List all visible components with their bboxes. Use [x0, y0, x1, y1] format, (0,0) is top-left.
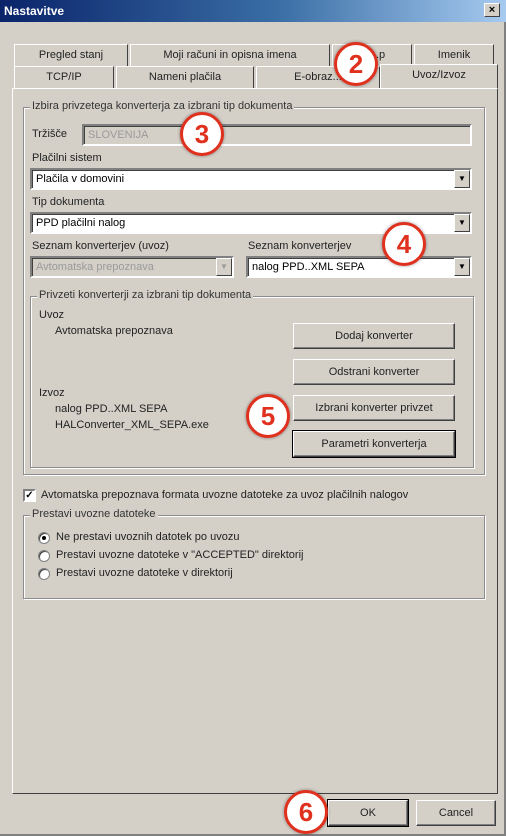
title-bar: Nastavitve × [0, 0, 506, 22]
export-heading: Izvoz [39, 387, 65, 399]
import-heading: Uvoz [39, 309, 65, 321]
step-marker-4: 4 [382, 222, 426, 266]
auto-detect-checkbox[interactable]: ✓ [23, 489, 36, 502]
payment-system-label: Plačilni sistem [32, 152, 102, 164]
converter-group-label: Izbira privzetega konverterja za izbrani… [30, 100, 295, 112]
country-field: SLOVENIJA [82, 124, 472, 146]
radio-move-accepted[interactable] [38, 550, 50, 562]
payment-system-value: Plačila v domovini [36, 173, 125, 185]
radio-no-move[interactable] [38, 532, 50, 544]
radio-no-move-label: Ne prestavi uvoznih datotek po uvozu [56, 531, 240, 543]
export-converter-select[interactable]: nalog PPD..XML SEPA ▼ [246, 256, 472, 278]
radio-move-directory-label: Prestavi uvozne datoteke v direktorij [56, 567, 233, 579]
tab-imenik[interactable]: Imenik [414, 44, 494, 66]
settings-dialog: Nastavitve × Pregled stanj Moji računi i… [0, 0, 506, 836]
window-title: Nastavitve [4, 4, 65, 18]
export-converter-name: nalog PPD..XML SEPA [55, 403, 168, 415]
add-converter-button[interactable]: Dodaj konverter [293, 323, 455, 349]
tab-tcp-ip[interactable]: TCP/IP [14, 66, 114, 88]
tab-pregled-stanj[interactable]: Pregled stanj [14, 44, 128, 66]
step-marker-2: 2 [334, 42, 378, 86]
step-marker-3: 3 [180, 112, 224, 156]
payment-system-select[interactable]: Plačila v domovini ▼ [30, 168, 472, 190]
import-converter-select: Avtomatska prepoznava ▼ [30, 256, 234, 278]
cancel-button[interactable]: Cancel [416, 800, 496, 826]
chevron-down-icon: ▼ [216, 258, 232, 276]
tab-uvoz-izvoz[interactable]: Uvoz/Izvoz [380, 64, 498, 88]
radio-move-directory[interactable] [38, 568, 50, 580]
remove-converter-button[interactable]: Odstrani konverter [293, 359, 455, 385]
tab-panel-uvoz-izvoz: Izbira privzetega konverterja za izbrani… [12, 88, 498, 794]
export-converter-value: nalog PPD..XML SEPA [252, 261, 365, 273]
move-files-group: Prestavi uvozne datoteke Ne prestavi uvo… [23, 508, 485, 599]
step-marker-6: 6 [284, 790, 328, 834]
doc-type-label: Tip dokumenta [32, 196, 105, 208]
auto-detect-label: Avtomatska prepoznava formata uvozne dat… [41, 489, 409, 501]
set-default-converter-button[interactable]: Izbrani konverter privzet [293, 395, 455, 421]
ok-button[interactable]: OK [327, 799, 409, 827]
tab-moji-racuni[interactable]: Moji računi in opisna imena [130, 44, 330, 66]
country-label: Tržišče [32, 128, 68, 140]
tab-nameni-placila[interactable]: Nameni plačila [116, 66, 254, 88]
export-list-label: Seznam konverterjev [248, 240, 352, 252]
step-marker-5: 5 [246, 394, 290, 438]
close-icon[interactable]: × [484, 3, 500, 17]
doc-type-value: PPD plačilni nalog [36, 217, 126, 229]
export-converter-file: HALConverter_XML_SEPA.exe [55, 419, 209, 431]
chevron-down-icon[interactable]: ▼ [454, 258, 470, 276]
chevron-down-icon[interactable]: ▼ [454, 170, 470, 188]
default-converters-label: Privzeti konverterji za izbrani tip doku… [37, 289, 254, 301]
chevron-down-icon[interactable]: ▼ [454, 214, 470, 232]
import-converter-value: Avtomatska prepoznava [36, 261, 154, 273]
import-converter-name: Avtomatska prepoznava [55, 325, 173, 337]
converter-parameters-button[interactable]: Parametri konverterja [292, 430, 456, 458]
import-list-label: Seznam konverterjev (uvoz) [32, 240, 169, 252]
move-files-label: Prestavi uvozne datoteke [30, 508, 158, 520]
default-converters-group: Privzeti konverterji za izbrani tip doku… [30, 289, 474, 468]
radio-move-accepted-label: Prestavi uvozne datoteke v "ACCEPTED" di… [56, 549, 304, 561]
